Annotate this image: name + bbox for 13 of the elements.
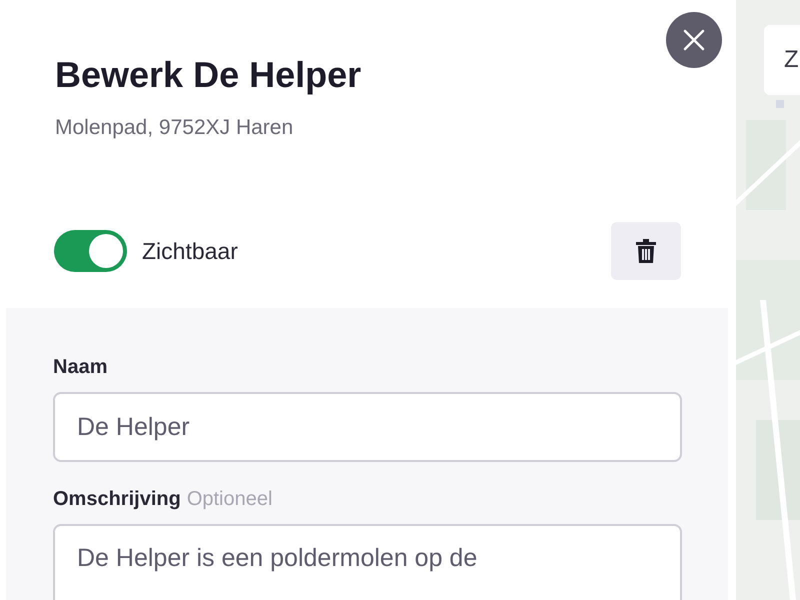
name-input[interactable]: De Helper bbox=[53, 392, 682, 462]
description-textarea[interactable]: De Helper is een poldermolen op de bbox=[53, 524, 682, 600]
trash-icon bbox=[636, 239, 656, 263]
field-label: Naam bbox=[53, 356, 108, 378]
dialog-title: Bewerk De Helper bbox=[55, 54, 362, 96]
close-icon bbox=[683, 29, 705, 51]
visibility-toggle[interactable] bbox=[54, 230, 127, 272]
field-label: Omschrijving bbox=[53, 488, 181, 510]
delete-button[interactable] bbox=[611, 222, 681, 280]
map-control-button[interactable]: Z bbox=[764, 25, 800, 95]
toggle-label: Zichtbaar bbox=[142, 238, 238, 264]
optional-hint: Optioneel bbox=[186, 488, 272, 510]
address-text: Molenpad, 9752XJ Haren bbox=[55, 116, 294, 140]
